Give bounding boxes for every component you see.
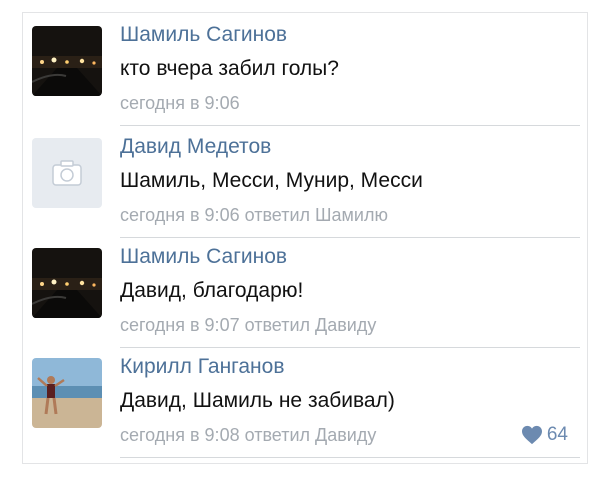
comment-timestamp[interactable]: сегодня в 9:07 ответил Давиду [120, 315, 376, 336]
like-count: 64 [546, 424, 568, 445]
avatar[interactable] [32, 358, 102, 428]
camera-icon [32, 138, 102, 208]
avatar[interactable] [32, 248, 102, 318]
comment-text: кто вчера забил голы? [120, 57, 339, 80]
beach-person-photo-icon [32, 358, 102, 428]
comment-text: Давид, Шамиль не забивал) [120, 389, 395, 412]
comment-item: Давид Медетов Шамиль, Месси, Мунир, Месс… [32, 124, 582, 238]
comment-timestamp[interactable]: сегодня в 9:08 ответил Давиду [120, 425, 376, 446]
comment-author[interactable]: Кирилл Ганганов [120, 355, 285, 379]
comment-item: Шамиль Сагинов Давид, благодарю! сегодня… [32, 234, 582, 348]
like-button[interactable]: 64 [521, 424, 568, 446]
heart-icon [521, 425, 542, 445]
comment-timestamp[interactable]: сегодня в 9:06 ответил Шамилю [120, 205, 388, 226]
comment-author[interactable]: Шамиль Сагинов [120, 23, 287, 47]
comment-text: Шамиль, Месси, Мунир, Месси [120, 169, 423, 192]
comment-item: Шамиль Сагинов кто вчера забил голы? сег… [32, 12, 582, 126]
comment-author[interactable]: Шамиль Сагинов [120, 245, 287, 269]
night-road-photo-icon [32, 248, 102, 318]
comment-author[interactable]: Давид Медетов [120, 135, 271, 159]
comment-text: Давид, благодарю! [120, 279, 304, 302]
comment-timestamp[interactable]: сегодня в 9:06 [120, 93, 240, 114]
comment-item: Кирилл Ганганов Давид, Шамиль не забивал… [32, 344, 582, 458]
night-road-photo-icon [32, 26, 102, 96]
avatar[interactable] [32, 138, 102, 208]
divider [120, 457, 580, 458]
avatar[interactable] [32, 26, 102, 96]
